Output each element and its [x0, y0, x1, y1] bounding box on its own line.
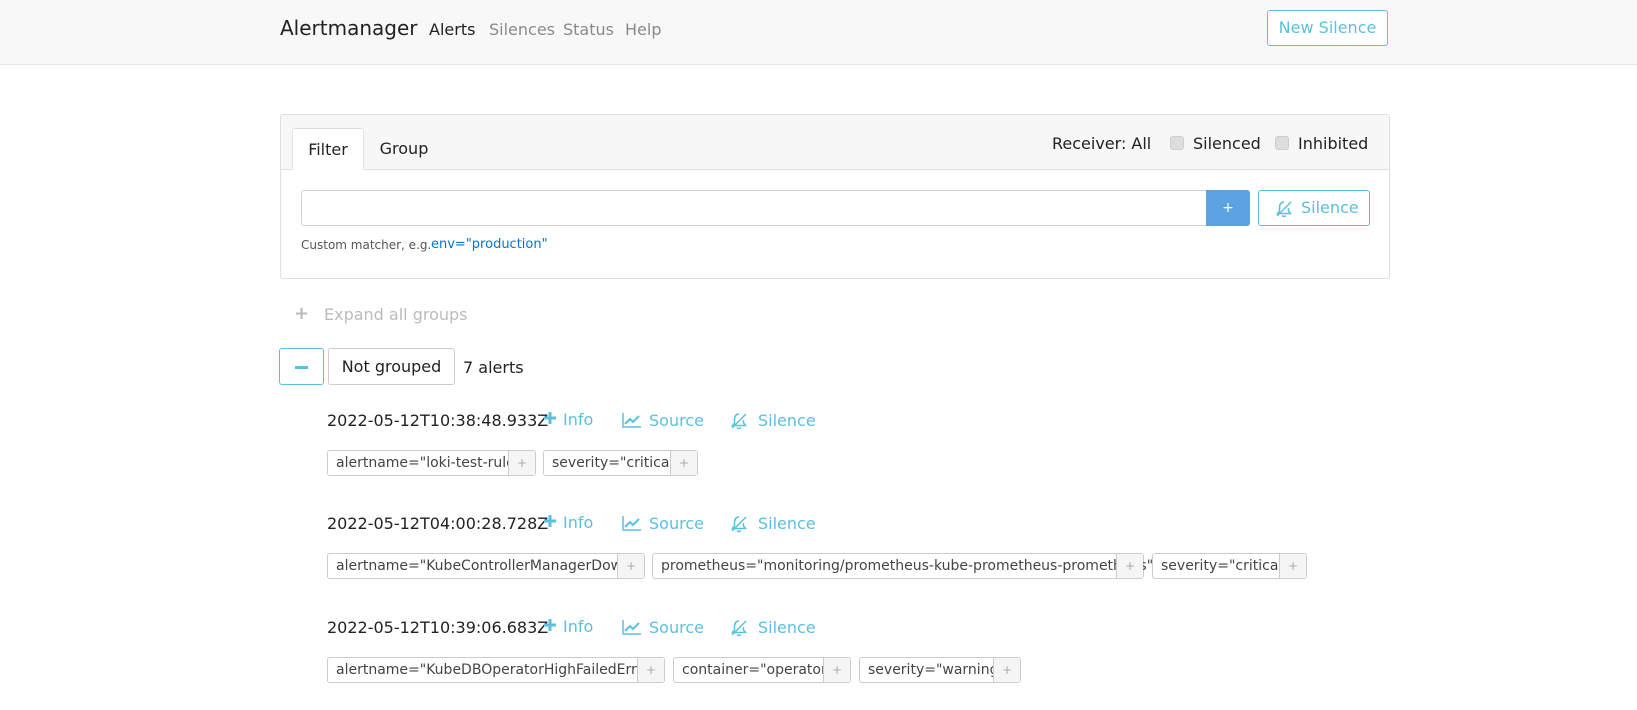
nav-status[interactable]: Status	[563, 20, 614, 39]
bell-slash-icon	[1275, 201, 1293, 218]
label-text: container="operator"	[682, 662, 834, 678]
collapse-group-button[interactable]	[279, 348, 324, 385]
add-label-filter-button[interactable]: +	[1279, 554, 1306, 578]
alert-count: 7 alerts	[463, 358, 524, 377]
label-text: severity="warning"	[868, 662, 1005, 678]
add-label-filter-button[interactable]: +	[823, 658, 850, 682]
bell-slash-icon	[730, 620, 748, 637]
label-pill[interactable]: severity="warning" +	[859, 657, 1021, 683]
line-chart-icon	[622, 620, 641, 635]
bell-slash-icon	[730, 516, 748, 533]
silenced-label: Silenced	[1193, 134, 1261, 153]
filter-card-header: Filter Group Receiver: All Silenced Inhi…	[281, 115, 1389, 170]
tab-group[interactable]: Group	[374, 128, 434, 169]
source-label: Source	[649, 618, 704, 637]
inhibited-label: Inhibited	[1298, 134, 1369, 153]
add-label-filter-button[interactable]: +	[508, 451, 535, 475]
navbar: Alertmanager Alerts Silences Status Help…	[0, 0, 1637, 65]
label-text: alertname="KubeControllerManagerDown"	[336, 558, 638, 574]
nav-help[interactable]: Help	[625, 20, 661, 39]
silence-label: Silence	[758, 411, 816, 430]
label-pill[interactable]: prometheus="monitoring/prometheus-kube-p…	[652, 553, 1153, 579]
info-label: Info	[563, 513, 594, 532]
label-text: severity="critical"	[1161, 558, 1289, 574]
new-silence-button[interactable]: New Silence	[1267, 10, 1388, 46]
filter-input[interactable]	[301, 190, 1207, 226]
label-text: severity="critical"	[552, 455, 680, 471]
add-matcher-button[interactable]: +	[1206, 190, 1250, 226]
plus-icon: +	[294, 303, 310, 324]
bell-slash-icon	[730, 413, 748, 430]
line-chart-icon	[622, 413, 641, 428]
silence-filter-label: Silence	[1301, 198, 1359, 217]
silence-filter-button[interactable]: Silence	[1258, 190, 1370, 226]
matcher-hint: Custom matcher, e.g.	[301, 238, 432, 252]
add-label-filter-button[interactable]: +	[617, 554, 644, 578]
plus-icon	[544, 619, 556, 631]
add-label-filter-button[interactable]: +	[1116, 554, 1143, 578]
nav-silences[interactable]: Silences	[489, 20, 555, 39]
alert-timestamp: 2022-05-12T10:38:48.933Z	[327, 411, 549, 430]
info-label: Info	[563, 617, 594, 636]
plus-icon	[544, 412, 556, 424]
source-label: Source	[649, 514, 704, 533]
silence-label: Silence	[758, 618, 816, 637]
info-label: Info	[563, 410, 594, 429]
alert-timestamp: 2022-05-12T04:00:28.728Z	[327, 514, 549, 533]
filter-card: Filter Group Receiver: All Silenced Inhi…	[280, 114, 1390, 279]
label-text: prometheus="monitoring/prometheus-kube-p…	[661, 558, 1154, 574]
label-pill[interactable]: severity="critical" +	[1152, 553, 1307, 579]
label-pill[interactable]: alertname="loki-test-rule" +	[327, 450, 536, 476]
minus-icon	[295, 366, 308, 369]
label-pill[interactable]: alertname="KubeControllerManagerDown" +	[327, 553, 645, 579]
label-text: alertname="KubeDBOperatorHighFailedError…	[336, 662, 658, 678]
matcher-example: env="production"	[431, 237, 548, 252]
inhibited-checkbox[interactable]	[1275, 136, 1289, 150]
line-chart-icon	[622, 516, 641, 531]
source-label: Source	[649, 411, 704, 430]
label-text: alertname="loki-test-rule"	[336, 455, 522, 471]
brand-logo[interactable]: Alertmanager	[280, 16, 418, 40]
label-pill[interactable]: severity="critical" +	[543, 450, 698, 476]
alert-timestamp: 2022-05-12T10:39:06.683Z	[327, 618, 549, 637]
expand-all-label: Expand all groups	[324, 305, 468, 324]
silenced-checkbox[interactable]	[1170, 136, 1184, 150]
nav-alerts[interactable]: Alerts	[429, 20, 475, 39]
label-pill[interactable]: container="operator" +	[673, 657, 851, 683]
plus-icon	[544, 515, 556, 527]
receiver-dropdown[interactable]: Receiver: All	[1052, 134, 1151, 153]
group-label: Not grouped	[328, 348, 455, 385]
add-label-filter-button[interactable]: +	[670, 451, 697, 475]
add-label-filter-button[interactable]: +	[993, 658, 1020, 682]
tab-filter[interactable]: Filter	[292, 128, 364, 170]
add-label-filter-button[interactable]: +	[637, 658, 664, 682]
silence-label: Silence	[758, 514, 816, 533]
label-pill[interactable]: alertname="KubeDBOperatorHighFailedError…	[327, 657, 665, 683]
